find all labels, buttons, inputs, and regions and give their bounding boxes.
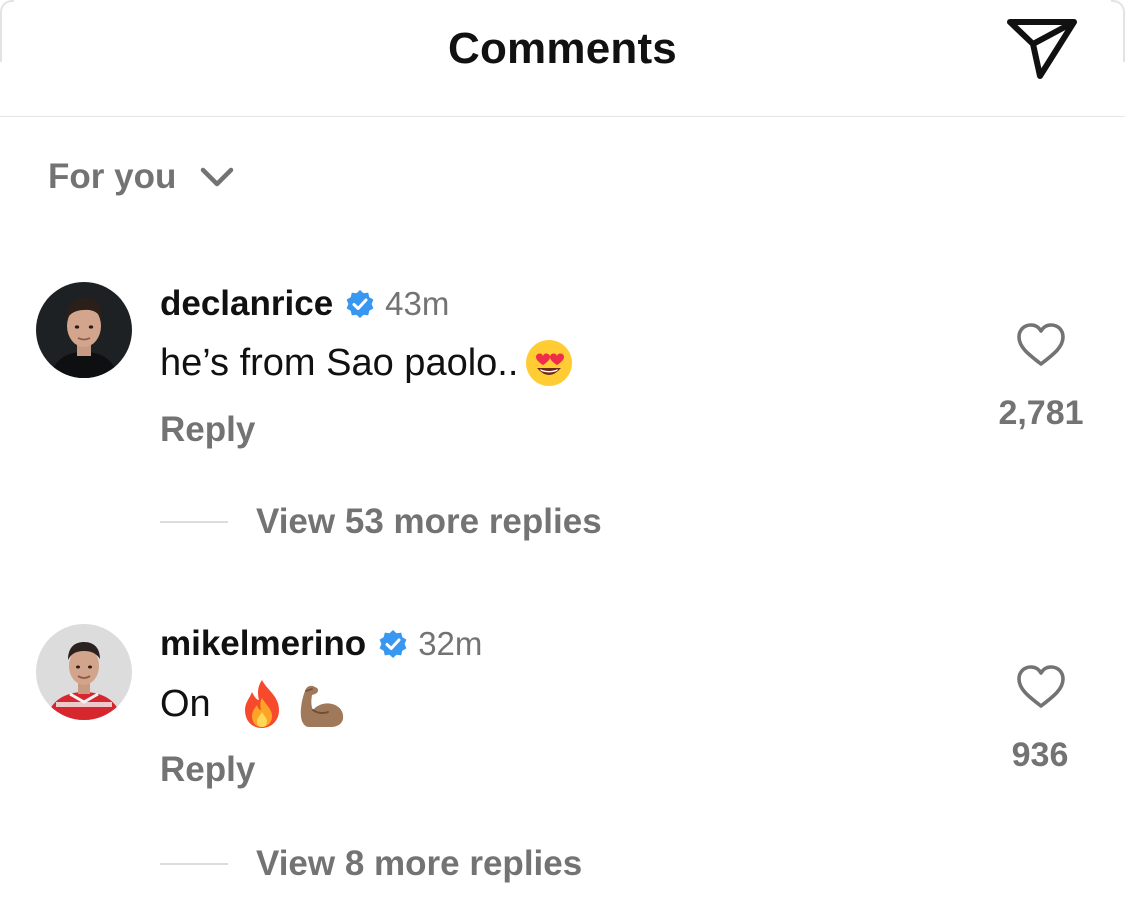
- timestamp: 43m: [385, 285, 450, 322]
- like-count: 2,781: [998, 394, 1084, 432]
- like-count: 936: [1011, 736, 1069, 774]
- verified-badge-icon: [346, 290, 374, 318]
- like-button[interactable]: [1016, 322, 1066, 368]
- view-more-replies[interactable]: View 8 more replies: [160, 844, 582, 884]
- comment-body: he’s from Sao paolo..: [160, 341, 519, 384]
- view-replies-label: View 8 more replies: [256, 844, 583, 883]
- username[interactable]: mikelmerino: [160, 624, 366, 664]
- like-button[interactable]: [1016, 664, 1066, 710]
- comment-meta: mikelmerino 32m: [160, 622, 482, 666]
- comment-meta: declanrice 43m: [160, 282, 449, 326]
- sort-label: For you: [48, 157, 177, 196]
- verified-badge-icon: [379, 630, 407, 658]
- heart-icon: [1017, 665, 1065, 708]
- comments-header: Comments: [0, 0, 1125, 117]
- view-more-replies[interactable]: View 53 more replies: [160, 502, 602, 542]
- view-replies-label: View 53 more replies: [256, 502, 602, 541]
- share-button[interactable]: [1004, 16, 1080, 82]
- avatar[interactable]: [36, 624, 132, 720]
- reply-button[interactable]: Reply: [160, 410, 255, 450]
- heart-eyes-emoji: [526, 340, 573, 386]
- heart-icon: [1017, 323, 1065, 366]
- comment-text: he’s from Sao paolo..: [160, 338, 574, 388]
- timestamp: 32m: [418, 625, 483, 662]
- avatar[interactable]: [36, 282, 132, 378]
- username[interactable]: declanrice: [160, 284, 333, 324]
- paper-plane-icon: [1007, 19, 1077, 79]
- replies-divider-line: [160, 863, 228, 865]
- replies-divider-line: [160, 521, 228, 523]
- page-title: Comments: [448, 24, 677, 73]
- reply-button[interactable]: Reply: [160, 750, 255, 790]
- comment-body: On: [160, 682, 211, 725]
- fire-emoji: [244, 680, 279, 728]
- comment-text: On: [160, 678, 347, 730]
- chevron-down-icon: [201, 167, 234, 187]
- sort-dropdown[interactable]: For you: [48, 152, 234, 202]
- flexed-biceps-emoji: [300, 685, 343, 727]
